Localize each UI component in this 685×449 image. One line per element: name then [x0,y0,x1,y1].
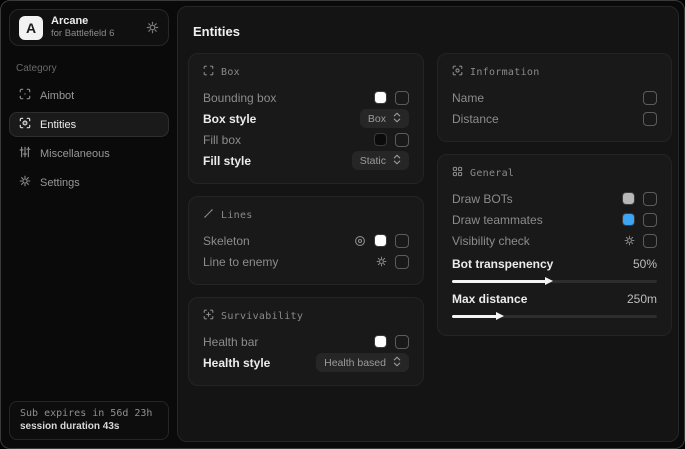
max-distance-slider-group: Max distance 250m [452,288,657,318]
health-cross-icon [203,309,214,323]
section-title: Survivability [221,311,303,322]
gear-mini-icon[interactable] [376,256,387,267]
brand-subtitle: for Battlefield 6 [51,29,138,40]
setting-row-health-bar: Health bar [203,331,409,352]
sidebar-item-miscellaneous[interactable]: Miscellaneous [9,141,169,166]
general-section: General Draw BOTs Draw teammates [437,154,672,336]
category-label: Category [16,63,162,74]
brand-card: A Arcane for Battlefield 6 [9,9,169,46]
color-swatch[interactable] [374,335,387,348]
setting-row-draw-teammates: Draw teammates [452,209,657,230]
line-icon [203,208,214,222]
setting-row-skeleton: Skeleton [203,230,409,251]
setting-row-name: Name [452,87,657,108]
sliders-icon [19,146,31,161]
slider-value: 250m [627,292,657,306]
brand-name: Arcane [51,15,138,28]
setting-row-fill-style: Fill style Static [203,150,409,171]
color-swatch[interactable] [374,91,387,104]
survivability-section: Survivability Health bar Health style He… [188,297,424,386]
sidebar-item-settings[interactable]: Settings [9,170,169,195]
setting-row-fill-box: Fill box [203,129,409,150]
sub-expiry-text: Sub expires in 56d 23h [20,408,158,419]
session-duration-text: session duration 43s [20,421,158,432]
crosshair-icon [19,88,31,103]
brand-logo: A [19,16,43,40]
unfold-icon [393,112,401,126]
line-to-enemy-checkbox[interactable] [395,255,409,269]
sidebar-item-label: Entities [40,119,76,131]
health-bar-checkbox[interactable] [395,335,409,349]
corners-icon [203,65,214,79]
color-swatch[interactable] [374,133,387,146]
gear-icon [19,175,31,190]
scan-eye-icon [19,117,31,132]
app-window: A Arcane for Battlefield 6 Category [0,0,685,449]
box-section: Box Bounding box Box style Box [188,53,424,184]
section-title: Lines [221,210,253,221]
sidebar-nav: Aimbot Entities [9,83,169,195]
sidebar: A Arcane for Battlefield 6 Category [1,1,177,448]
main-panel: Entities Box Bounding box [177,6,679,442]
draw-bots-checkbox[interactable] [643,192,657,206]
sidebar-item-entities[interactable]: Entities [9,112,169,137]
slider-fill [452,315,497,318]
sidebar-item-label: Aimbot [40,90,74,102]
setting-row-health-style: Health style Health based [203,352,409,373]
sidebar-item-label: Settings [40,177,80,189]
unfold-icon [393,154,401,168]
bot-transparency-slider-group: Bot transpenency 50% [452,253,657,283]
health-style-dropdown[interactable]: Health based [316,353,409,372]
distance-checkbox[interactable] [643,112,657,126]
name-checkbox[interactable] [643,91,657,105]
visibility-check-checkbox[interactable] [643,234,657,248]
color-swatch[interactable] [622,192,635,205]
section-title: General [470,168,514,179]
bot-transparency-slider[interactable] [452,280,657,283]
color-swatch[interactable] [374,234,387,247]
page-title: Entities [193,24,667,39]
box-style-dropdown[interactable]: Box [360,109,409,128]
fill-style-dropdown[interactable]: Static [352,151,409,170]
color-swatch[interactable] [622,213,635,226]
section-title: Information [470,67,540,78]
setting-row-bounding-box: Bounding box [203,87,409,108]
slider-value: 50% [633,257,657,271]
grid-icon [452,166,463,180]
sidebar-item-label: Miscellaneous [40,148,110,160]
setting-row-draw-bots: Draw BOTs [452,188,657,209]
section-title: Box [221,67,240,78]
slider-fill [452,280,546,283]
lines-section: Lines Skeleton [188,196,424,285]
information-section: Information Name Distance [437,53,672,142]
gear-icon[interactable] [146,21,159,34]
setting-row-visibility-check: Visibility check [452,230,657,251]
draw-teammates-checkbox[interactable] [643,213,657,227]
subscription-card: Sub expires in 56d 23h session duration … [9,401,169,440]
info-scan-icon [452,65,463,79]
setting-row-box-style: Box style Box [203,108,409,129]
sidebar-item-aimbot[interactable]: Aimbot [9,83,169,108]
gear-mini-icon[interactable] [624,235,635,246]
eye-icon[interactable] [354,235,366,247]
unfold-icon [393,356,401,370]
max-distance-slider[interactable] [452,315,657,318]
bounding-box-checkbox[interactable] [395,91,409,105]
setting-row-line-to-enemy: Line to enemy [203,251,409,272]
fill-box-checkbox[interactable] [395,133,409,147]
setting-row-distance: Distance [452,108,657,129]
skeleton-checkbox[interactable] [395,234,409,248]
